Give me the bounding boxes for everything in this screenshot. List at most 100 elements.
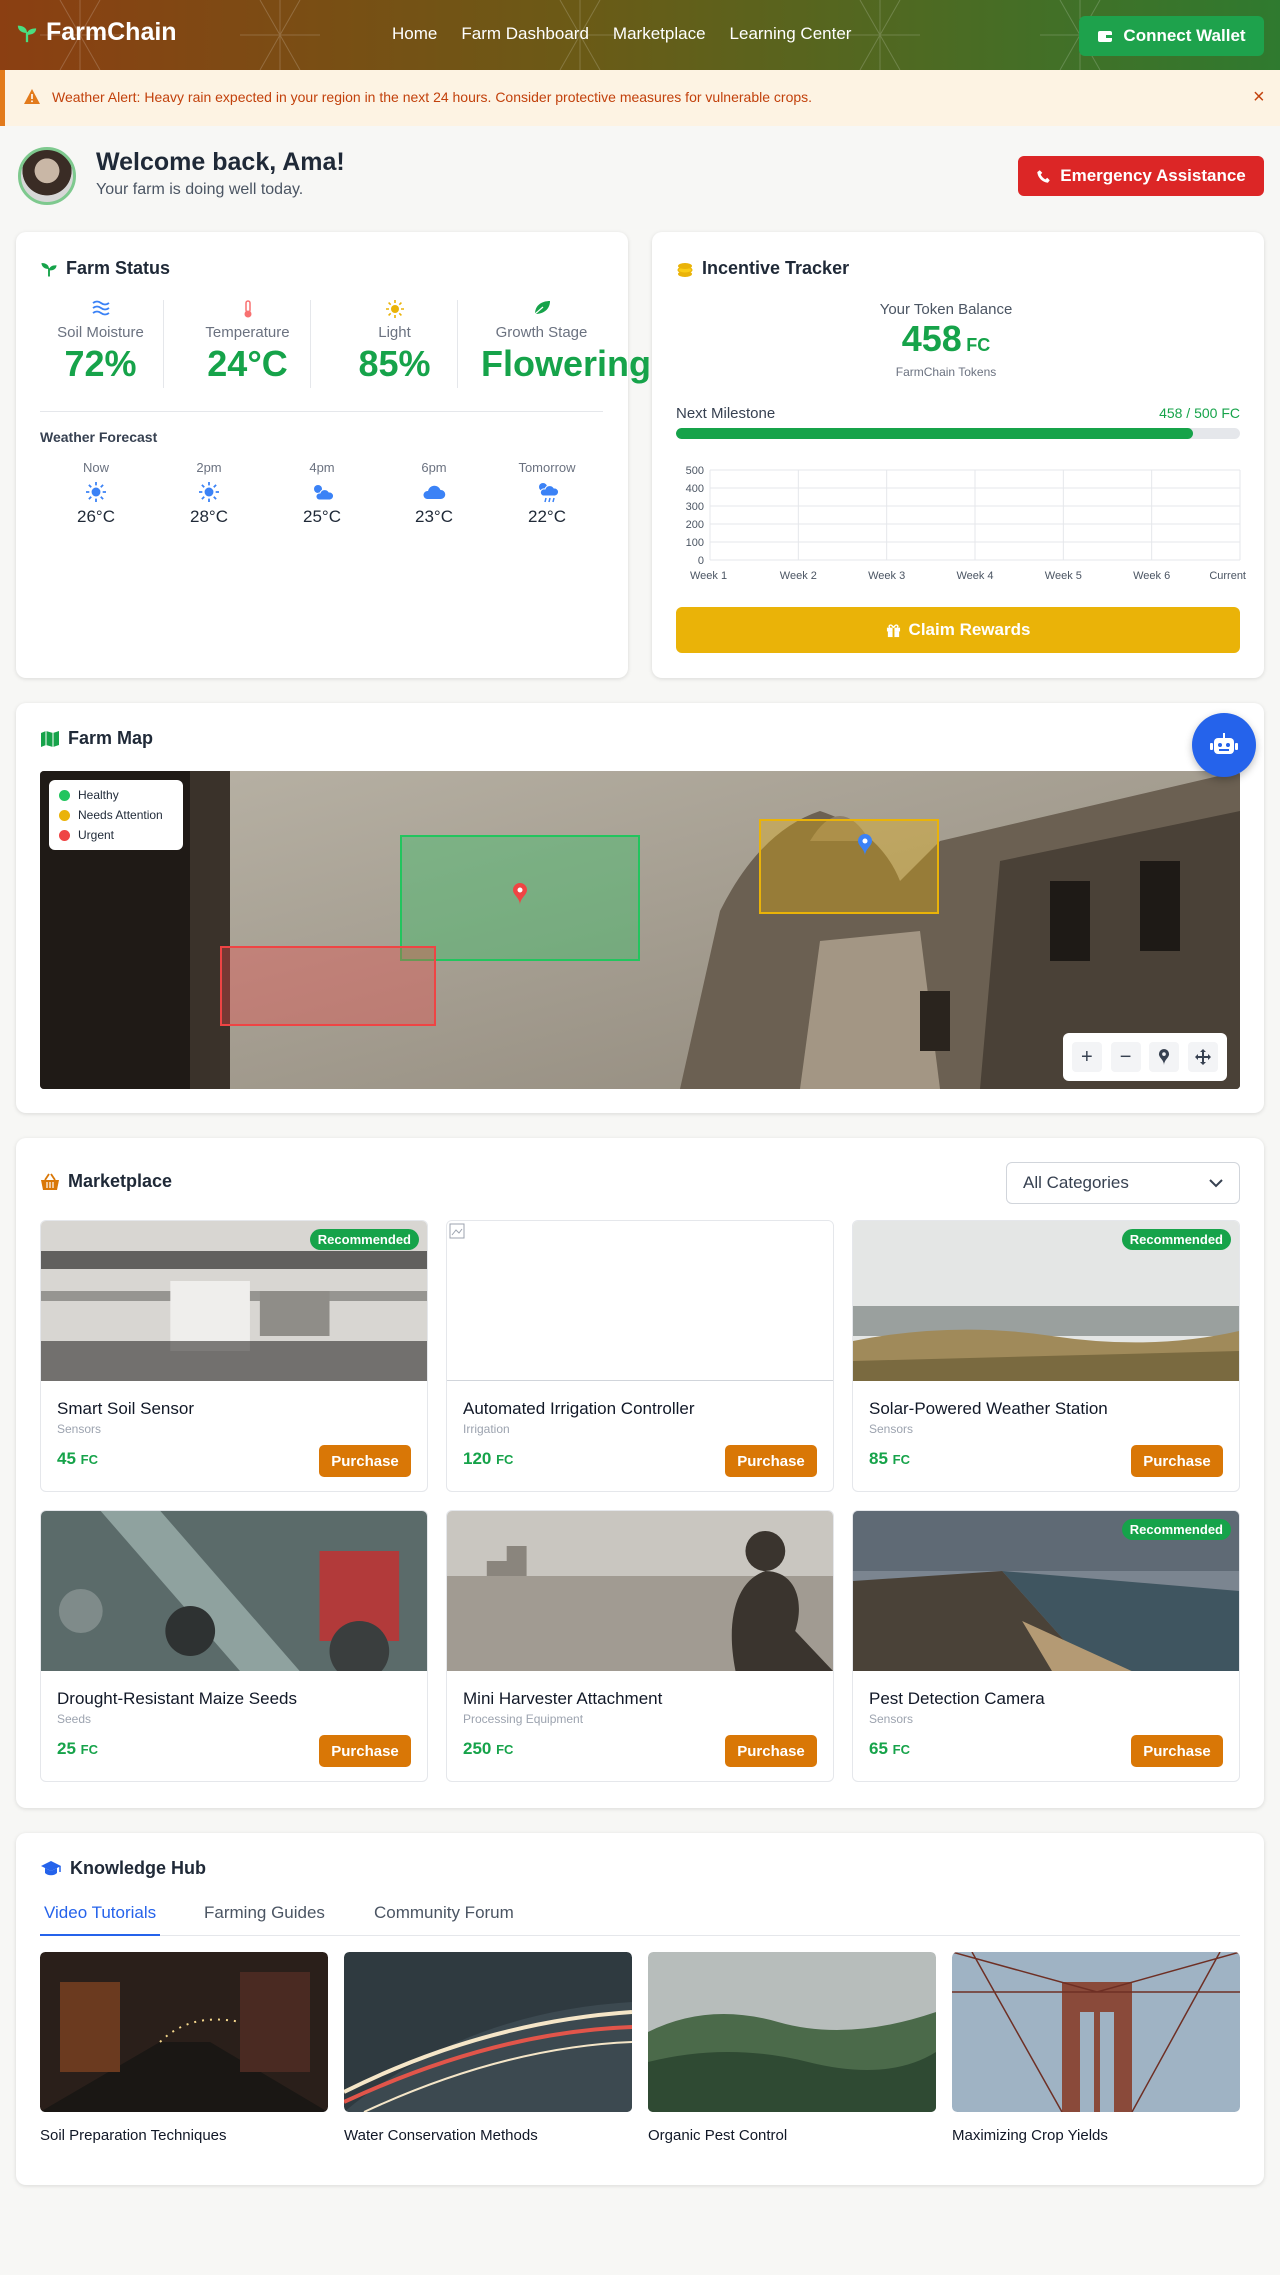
video-thumbnail	[343, 1952, 633, 2113]
sun-icon	[86, 482, 106, 502]
close-icon[interactable]: ×	[1253, 86, 1265, 109]
video-card[interactable]: Maximizing Crop Yields	[951, 1951, 1241, 2144]
forecast-temp: 22°C	[528, 507, 566, 526]
rain-sun-icon	[539, 483, 559, 503]
price-value: 85	[869, 1449, 888, 1468]
farm-map-heading: Farm Map	[68, 728, 154, 748]
claim-rewards-button[interactable]: Claim Rewards	[676, 607, 1240, 653]
zoom-out-button[interactable]: −	[1110, 1042, 1141, 1072]
map-background	[40, 771, 1240, 1089]
zone-urgent[interactable]	[220, 946, 436, 1026]
product-name: Smart Soil Sensor	[57, 1399, 194, 1418]
category-select-value: All Categories	[1023, 1173, 1129, 1192]
connect-wallet-button[interactable]: Connect Wallet	[1079, 16, 1264, 56]
purchase-button[interactable]: Purchase	[319, 1735, 411, 1767]
product-price: 250 FC	[463, 1739, 513, 1759]
y-tick-label: 0	[698, 555, 704, 567]
metric-value: 24°C	[207, 343, 288, 384]
product-price: 85 FC	[869, 1449, 910, 1469]
nav-farm-dashboard[interactable]: Farm Dashboard	[461, 24, 589, 44]
product-card[interactable]: Mini Harvester Attachment Processing Equ…	[446, 1510, 834, 1782]
forecast-temp: 23°C	[415, 507, 453, 526]
brand-name: FarmChain	[46, 18, 177, 46]
zone-needs-attention[interactable]	[759, 819, 939, 914]
purchase-button[interactable]: Purchase	[319, 1445, 411, 1477]
purchase-button[interactable]: Purchase	[725, 1735, 817, 1767]
video-card[interactable]: Water Conservation Methods	[343, 1952, 633, 2144]
forecast-title: Weather Forecast	[40, 429, 158, 445]
x-tick-label: Week 6	[1133, 570, 1170, 582]
divider	[310, 300, 311, 388]
tab-video-tutorials[interactable]: Video Tutorials	[40, 1900, 161, 1936]
legend-dot	[59, 829, 70, 841]
milestone-progress-fill	[676, 428, 1193, 439]
milestone-progress-bar	[676, 428, 1240, 439]
product-card[interactable]: Recommended Pest Detection Camera Sensor…	[852, 1510, 1240, 1782]
section-divider	[40, 411, 603, 412]
metric-value: 72%	[64, 343, 137, 384]
avatar[interactable]	[18, 147, 76, 205]
category-select[interactable]: All Categories	[1006, 1162, 1240, 1204]
product-card[interactable]: Automated Irrigation Controller Irrigati…	[446, 1220, 834, 1492]
nav-learning-center[interactable]: Learning Center	[730, 24, 852, 44]
metric-label: Temperature	[205, 324, 290, 341]
product-name: Mini Harvester Attachment	[463, 1689, 663, 1708]
emergency-assistance-button[interactable]: Emergency Assistance	[1018, 156, 1264, 196]
connect-wallet-label: Connect Wallet	[1123, 26, 1246, 45]
product-name: Pest Detection Camera	[869, 1689, 1045, 1708]
price-unit: FC	[496, 1452, 514, 1467]
move-arrows-icon	[1195, 1049, 1212, 1065]
farm-map-view[interactable]: Healthy Needs Attention Urgent + −	[40, 771, 1240, 1089]
metric-label: Light	[378, 324, 411, 341]
video-title: Soil Preparation Techniques	[40, 2127, 227, 2144]
metric-value: 85%	[358, 343, 431, 384]
purchase-button[interactable]: Purchase	[1131, 1735, 1223, 1767]
purchase-button[interactable]: Purchase	[725, 1445, 817, 1477]
nav-marketplace[interactable]: Marketplace	[613, 24, 706, 44]
zoom-in-button[interactable]: +	[1071, 1042, 1102, 1072]
incentive-tracker-title: Incentive Tracker	[676, 258, 849, 279]
x-tick-label: Week 4	[956, 570, 993, 582]
legend-label: Needs Attention	[78, 808, 163, 822]
metric-temperature: Temperature 24°C	[175, 300, 320, 385]
product-category: Seeds	[57, 1712, 92, 1726]
tab-farming-guides[interactable]: Farming Guides	[200, 1900, 329, 1936]
token-balance-value: 458	[901, 318, 962, 359]
assistant-bot-button[interactable]	[1192, 713, 1256, 777]
forecast-time: 6pm	[421, 460, 447, 475]
marker-blue-icon[interactable]	[858, 834, 872, 856]
product-name: Drought-Resistant Maize Seeds	[57, 1689, 298, 1708]
basket-icon	[41, 1173, 59, 1190]
product-name: Solar-Powered Weather Station	[869, 1399, 1108, 1418]
product-category: Irrigation	[463, 1422, 510, 1436]
nav-home[interactable]: Home	[392, 24, 437, 44]
price-unit: FC	[80, 1452, 98, 1467]
tab-community-forum[interactable]: Community Forum	[370, 1900, 518, 1936]
y-tick-label: 200	[686, 519, 704, 531]
price-value: 120	[463, 1449, 492, 1468]
product-card[interactable]: Recommended Smart Soil Sensor Sensors 45…	[40, 1220, 428, 1492]
forecast-time: 2pm	[196, 460, 222, 475]
product-image-broken	[447, 1221, 833, 1381]
purchase-button[interactable]: Purchase	[1131, 1445, 1223, 1477]
locate-button[interactable]	[1149, 1042, 1180, 1072]
knowledge-hub-heading: Knowledge Hub	[70, 1858, 206, 1878]
token-balance: 458 FC	[652, 318, 1240, 360]
seedling-icon	[41, 262, 57, 276]
x-tick-label: Week 3	[868, 570, 905, 582]
marker-red-icon[interactable]	[513, 883, 527, 905]
product-card[interactable]: Recommended Solar-Powered Weather Statio…	[852, 1220, 1240, 1492]
token-balance-label: Your Token Balance	[879, 301, 1013, 318]
pan-button[interactable]	[1188, 1042, 1219, 1072]
alert-text: Weather Alert: Heavy rain expected in yo…	[52, 89, 813, 105]
product-image	[447, 1511, 833, 1671]
product-card[interactable]: Drought-Resistant Maize Seeds Seeds 25 F…	[40, 1510, 428, 1782]
video-card[interactable]: Soil Preparation Techniques	[40, 1952, 328, 2144]
welcome-title: Welcome back, Ama!	[96, 148, 345, 176]
video-card[interactable]: Organic Pest Control	[648, 1952, 936, 2144]
location-pin-icon	[1159, 1049, 1170, 1065]
robot-icon	[1210, 733, 1238, 754]
brand-logo[interactable]: FarmChain	[16, 18, 177, 47]
chevron-down-icon	[1209, 1178, 1223, 1187]
video-thumbnail	[951, 1951, 1241, 2113]
